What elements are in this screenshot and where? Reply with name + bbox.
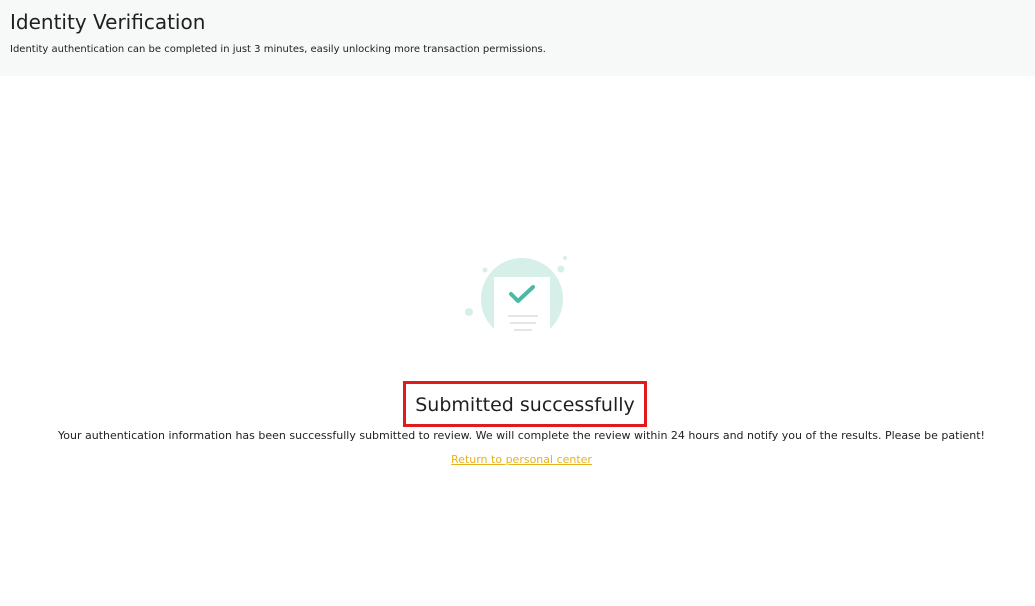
document-checkmark-icon bbox=[460, 252, 572, 340]
status-title: Submitted successfully bbox=[415, 394, 635, 416]
page-header: Identity Verification Identity authentic… bbox=[0, 0, 1035, 76]
return-to-personal-center-link[interactable]: Return to personal center bbox=[451, 453, 592, 466]
return-link-container: Return to personal center bbox=[0, 453, 1035, 466]
status-message: Your authentication information has been… bbox=[58, 429, 985, 442]
status-title-highlight: Submitted successfully bbox=[403, 381, 647, 427]
page-subtitle: Identity authentication can be completed… bbox=[10, 44, 546, 55]
page-title: Identity Verification bbox=[10, 10, 206, 34]
